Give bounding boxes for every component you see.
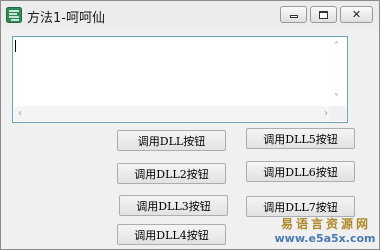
- output-textbox[interactable]: ˄ ˅ ‹ ›: [12, 36, 348, 123]
- window-title: 方法1-呵呵仙: [27, 11, 105, 26]
- watermark-url: www.e5a5x.com: [274, 232, 376, 245]
- title-bar[interactable]: 方法1-呵呵仙 ✕: [1, 1, 379, 29]
- vertical-scrollbar[interactable]: ˄ ˅: [331, 38, 346, 107]
- maximize-icon: [319, 10, 328, 19]
- scrollbar-corner: [331, 106, 346, 121]
- text-caret: [15, 40, 16, 52]
- minimize-button[interactable]: [280, 6, 307, 23]
- scroll-up-icon[interactable]: ˄: [334, 41, 339, 52]
- close-button[interactable]: ✕: [340, 6, 373, 23]
- maximize-button[interactable]: [310, 6, 337, 23]
- call-dll5-button[interactable]: 调用DLL5按钮: [246, 128, 355, 149]
- minimize-icon: [289, 15, 298, 18]
- call-dll-button[interactable]: 调用DLL按钮: [117, 130, 226, 151]
- scroll-down-icon[interactable]: ˅: [334, 93, 339, 104]
- scroll-left-icon[interactable]: ‹: [18, 108, 22, 119]
- call-dll4-button[interactable]: 调用DLL4按钮: [117, 224, 226, 245]
- watermark-site-name: 易语言资源网: [280, 217, 371, 231]
- scroll-right-icon[interactable]: ›: [324, 108, 328, 119]
- call-dll3-button[interactable]: 调用DLL3按钮: [119, 195, 228, 216]
- horizontal-scrollbar[interactable]: ‹ ›: [14, 106, 332, 121]
- close-icon: ✕: [351, 8, 362, 21]
- call-dll7-button[interactable]: 调用DLL7按钮: [246, 196, 355, 217]
- call-dll6-button[interactable]: 调用DLL6按钮: [246, 161, 355, 182]
- app-window: 方法1-呵呵仙 ✕ ˄ ˅ ‹ › 调用DLL按钮 调用DLL2按钮 调用DLL…: [0, 0, 380, 250]
- app-icon: [6, 7, 22, 23]
- call-dll2-button[interactable]: 调用DLL2按钮: [117, 163, 226, 184]
